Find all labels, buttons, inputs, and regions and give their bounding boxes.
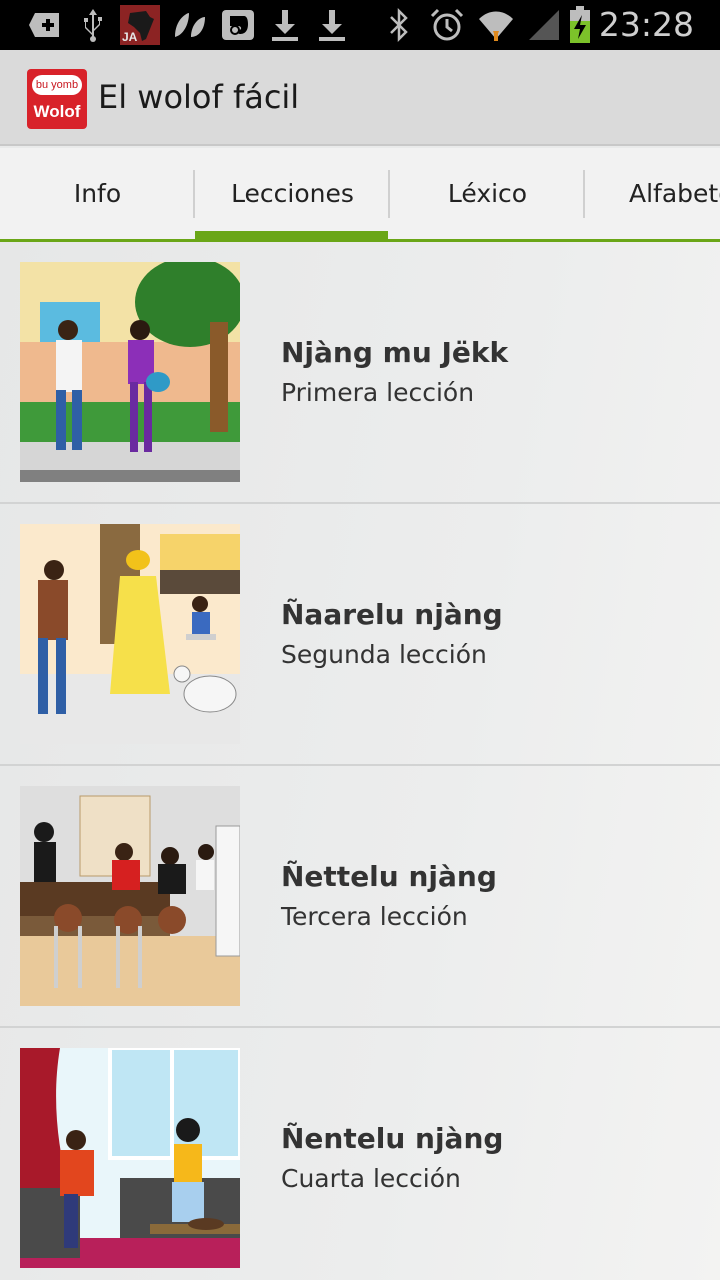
lesson-item[interactable]: Ñettelu njàng Tercera lección: [0, 766, 720, 1028]
tab-info[interactable]: Info: [0, 148, 195, 239]
status-time: 23:28: [598, 5, 694, 44]
lesson-thumbnail-living-room: [20, 1048, 240, 1268]
tab-label: Alfabeto: [629, 179, 720, 208]
download-icon: [268, 6, 302, 44]
download-icon: [315, 6, 349, 44]
lesson-subtitle: Cuarta lección: [281, 1164, 461, 1193]
lesson-title: Njàng mu Jëkk: [281, 336, 509, 369]
lesson-thumbnail-greeting: [20, 262, 240, 482]
tab-label: Lecciones: [231, 179, 354, 208]
lesson-thumbnail-family: [20, 524, 240, 744]
battery-charging-icon: [566, 6, 594, 44]
lesson-subtitle: Tercera lección: [281, 902, 468, 931]
lesson-title: Ñentelu njàng: [281, 1122, 504, 1155]
lesson-thumbnail-bar: [20, 786, 240, 1006]
lesson-title: Ñaarelu njàng: [281, 598, 503, 631]
lesson-title: Ñettelu njàng: [281, 860, 497, 893]
usb-icon: [78, 6, 108, 44]
tab-alfabeto[interactable]: Alfabeto: [585, 148, 720, 239]
app-title: El wolof fácil: [98, 78, 300, 116]
lesson-list[interactable]: Njàng mu Jëkk Primera lección Ñaarelu nj…: [0, 242, 720, 1280]
notif-ja-label: JA: [122, 30, 138, 44]
signal-icon: [526, 6, 562, 44]
wifi-icon: [476, 6, 516, 44]
tab-label: Info: [73, 179, 122, 208]
tab-bar: Info Lecciones Léxico Alfabeto: [0, 148, 720, 242]
tab-lexico[interactable]: Léxico: [390, 148, 585, 239]
bluetooth-icon: [384, 6, 414, 44]
tab-label: Léxico: [447, 179, 528, 208]
logo-bubble-text: bu yomb: [32, 75, 82, 95]
leaf-icon: [170, 6, 208, 44]
lesson-item[interactable]: Ñaarelu njàng Segunda lección: [0, 504, 720, 766]
tab-lecciones[interactable]: Lecciones: [195, 148, 390, 239]
status-bar: JA 23:28: [0, 0, 720, 50]
lesson-item[interactable]: Njàng mu Jëkk Primera lección: [0, 242, 720, 504]
evernote-icon: [218, 6, 258, 44]
tab-selected-indicator: [195, 231, 388, 239]
lesson-subtitle: Primera lección: [281, 378, 475, 407]
africa-map-ja-icon: JA: [120, 5, 160, 45]
action-bar: bu yomb Wolof El wolof fácil: [0, 50, 720, 146]
app-logo[interactable]: bu yomb Wolof: [27, 69, 87, 129]
lesson-subtitle: Segunda lección: [281, 640, 487, 669]
alarm-icon: [428, 6, 466, 44]
add-box-icon: [26, 6, 64, 44]
lesson-item[interactable]: Ñentelu njàng Cuarta lección: [0, 1028, 720, 1280]
logo-wordmark: Wolof: [33, 102, 81, 121]
